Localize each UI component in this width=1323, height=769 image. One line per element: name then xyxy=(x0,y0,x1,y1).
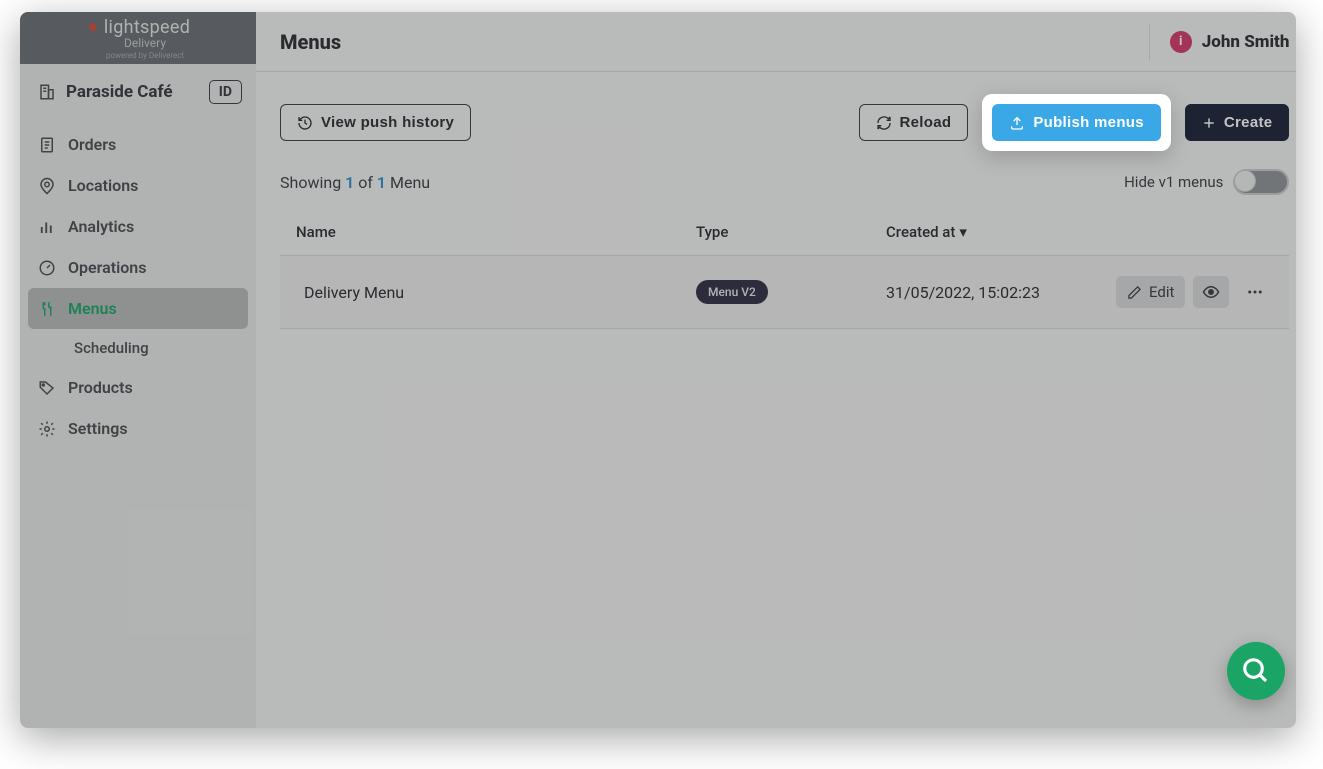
brand-name: lightspeed xyxy=(104,17,190,38)
history-icon xyxy=(297,115,313,131)
create-button[interactable]: Create xyxy=(1185,104,1290,141)
sidebar-item-label: Locations xyxy=(68,176,138,195)
sidebar: lightspeed Delivery powered by Deliverec… xyxy=(20,12,256,728)
clipboard-icon xyxy=(38,136,56,154)
view-push-history-button[interactable]: View push history xyxy=(280,104,471,141)
org-name: Paraside Café xyxy=(66,82,173,102)
org-row: Paraside Café ID xyxy=(20,64,256,116)
brand-sub: Delivery xyxy=(124,36,166,50)
hide-v1-row: Hide v1 menus xyxy=(1124,169,1289,195)
sidebar-sub-scheduling[interactable]: Scheduling xyxy=(28,329,248,367)
sidebar-item-menus[interactable]: Menus xyxy=(28,288,248,329)
gauge-icon xyxy=(38,259,56,277)
text: of xyxy=(354,173,377,192)
publish-menus-button[interactable]: Publish menus xyxy=(992,104,1161,141)
sidebar-item-analytics[interactable]: Analytics xyxy=(28,206,248,247)
building-icon xyxy=(38,83,56,101)
th-name[interactable]: Name xyxy=(296,223,696,241)
tag-icon xyxy=(38,379,56,397)
id-badge[interactable]: ID xyxy=(209,80,242,104)
sidebar-item-label: Menus xyxy=(68,299,117,318)
dots-icon xyxy=(1246,283,1264,301)
sidebar-item-operations[interactable]: Operations xyxy=(28,247,248,288)
brand-header: lightspeed Delivery powered by Deliverec… xyxy=(20,12,256,64)
app-window: lightspeed Delivery powered by Deliverec… xyxy=(20,12,1296,728)
sort-desc-icon: ▾ xyxy=(959,223,967,241)
avatar: i xyxy=(1170,31,1192,53)
user-menu[interactable]: i John Smith xyxy=(1149,24,1290,60)
sidebar-item-label: Settings xyxy=(68,419,128,438)
th-label: Created at xyxy=(886,223,955,241)
help-fab[interactable] xyxy=(1227,642,1285,700)
hide-v1-label: Hide v1 menus xyxy=(1124,173,1223,191)
edit-label: Edit xyxy=(1149,283,1174,301)
button-label: Reload xyxy=(900,114,952,131)
publish-highlight: Publish menus xyxy=(982,94,1171,151)
sidebar-item-label: Products xyxy=(68,378,133,397)
button-label: View push history xyxy=(321,114,454,131)
th-created[interactable]: Created at ▾ xyxy=(886,223,1116,241)
sidebar-item-label: Orders xyxy=(68,135,116,154)
sidebar-item-label: Analytics xyxy=(68,217,134,236)
flame-icon xyxy=(86,18,100,36)
row-actions: Edit xyxy=(1116,276,1273,308)
page-title: Menus xyxy=(280,30,341,54)
text: Menu xyxy=(386,173,430,192)
bars-icon xyxy=(38,218,56,236)
text: Showing xyxy=(280,173,345,192)
sidebar-item-label: Operations xyxy=(68,258,146,277)
toggle-knob xyxy=(1234,170,1256,192)
type-pill: Menu V2 xyxy=(696,280,768,304)
hide-v1-toggle[interactable] xyxy=(1233,169,1289,195)
menus-table: Name Type Created at ▾ Delivery Menu Men… xyxy=(280,209,1289,329)
topbar: Menus i John Smith xyxy=(256,12,1296,72)
cell-type: Menu V2 xyxy=(696,280,886,304)
brand-powered: powered by Deliverect xyxy=(106,51,184,60)
gear-icon xyxy=(38,420,56,438)
user-name: John Smith xyxy=(1202,32,1290,52)
button-label: Create xyxy=(1224,114,1273,131)
pin-icon xyxy=(38,177,56,195)
total-count: 1 xyxy=(377,173,386,192)
cell-created: 31/05/2022, 15:02:23 xyxy=(886,283,1116,302)
plus-icon xyxy=(1202,116,1216,130)
refresh-icon xyxy=(876,115,892,131)
more-button[interactable] xyxy=(1237,276,1273,308)
sidebar-nav: Orders Locations Analytics Operations Me… xyxy=(20,116,256,457)
eye-icon xyxy=(1202,283,1220,301)
main-content: Menus i John Smith View push history Rel… xyxy=(256,12,1296,728)
showing-count: Showing 1 of 1 Menu xyxy=(280,173,430,192)
edit-button[interactable]: Edit xyxy=(1116,276,1185,308)
sidebar-item-orders[interactable]: Orders xyxy=(28,124,248,165)
utensils-icon xyxy=(38,300,56,318)
subbar: Showing 1 of 1 Menu Hide v1 menus xyxy=(256,157,1296,203)
view-button[interactable] xyxy=(1193,276,1229,308)
sidebar-item-locations[interactable]: Locations xyxy=(28,165,248,206)
table-header: Name Type Created at ▾ xyxy=(280,209,1289,256)
th-type[interactable]: Type xyxy=(696,223,886,241)
search-help-icon xyxy=(1241,656,1271,686)
table-row[interactable]: Delivery Menu Menu V2 31/05/2022, 15:02:… xyxy=(280,256,1289,329)
upload-icon xyxy=(1009,115,1025,131)
current-count: 1 xyxy=(345,173,354,192)
toolbar: View push history Reload Publish menus C… xyxy=(256,72,1296,157)
reload-button[interactable]: Reload xyxy=(859,104,969,141)
cell-name: Delivery Menu xyxy=(296,283,696,302)
pencil-icon xyxy=(1127,285,1142,300)
button-label: Publish menus xyxy=(1033,114,1144,131)
sidebar-item-settings[interactable]: Settings xyxy=(28,408,248,449)
sidebar-item-products[interactable]: Products xyxy=(28,367,248,408)
